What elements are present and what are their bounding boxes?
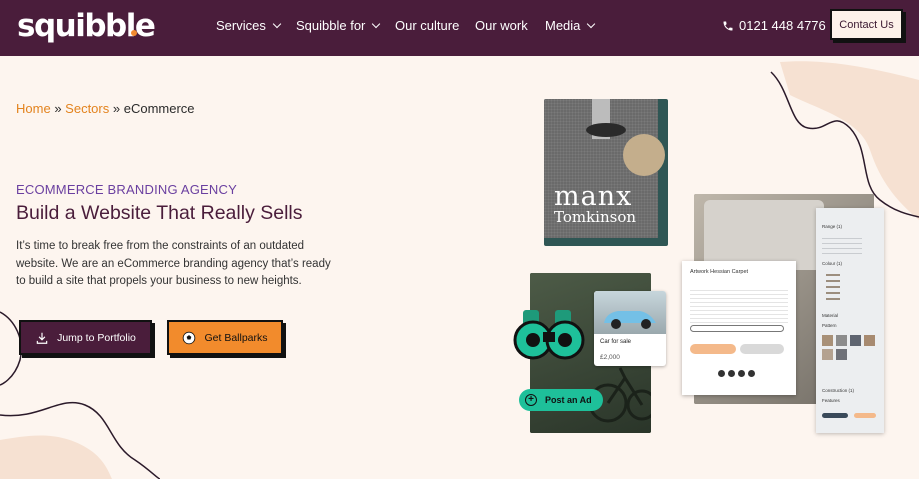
manx-tomkinson-showcase: manx Tomkinson <box>544 99 668 246</box>
filter-clear-button[interactable] <box>822 413 848 418</box>
nav-our-work[interactable]: Our work <box>475 17 528 35</box>
nav-services-label: Services <box>216 18 266 33</box>
hero-description: It’s time to break free from the constra… <box>16 240 331 287</box>
product-detail-panel: Artwork Hessian Carpet <box>682 261 796 395</box>
plus-icon: + <box>525 394 537 406</box>
breadcrumb-sectors[interactable]: Sectors <box>65 101 109 116</box>
car-price: £2,000 <box>600 354 620 361</box>
filter-apply-button[interactable] <box>854 413 876 418</box>
filter-features[interactable]: Features <box>822 398 840 403</box>
jump-to-portfolio-label: Jump to Portfolio <box>57 331 136 344</box>
manx-logo-line2: Tomkinson <box>554 208 637 226</box>
football-icon <box>182 331 196 345</box>
binoculars-icon <box>513 308 585 360</box>
nav-media[interactable]: Media <box>545 17 596 35</box>
filter-range[interactable]: Range (1) <box>822 224 842 229</box>
get-ballparks-label: Get Ballparks <box>204 331 268 344</box>
breadcrumb-home[interactable]: Home <box>16 101 51 116</box>
sample-button[interactable] <box>690 344 736 354</box>
manx-logo-line1: manx <box>554 181 633 212</box>
download-icon <box>35 331 49 345</box>
pattern-swatches <box>822 335 875 360</box>
nav-our-culture[interactable]: Our culture <box>395 17 459 35</box>
filter-sidebar: Range (1) Colour (1) Material Pattern Co… <box>816 208 884 433</box>
contact-us-button[interactable]: Contact Us <box>830 9 903 40</box>
jump-to-portfolio-button[interactable]: Jump to Portfolio <box>19 320 152 355</box>
breadcrumb-separator: » <box>112 101 121 116</box>
filter-colour[interactable]: Colour (1) <box>822 261 842 266</box>
page-title: Build a Website That Really Sells <box>16 202 303 224</box>
post-an-ad-label: Post an Ad <box>545 395 592 405</box>
post-an-ad-button[interactable]: + Post an Ad <box>519 389 603 411</box>
phone-link[interactable]: 0121 448 4776 <box>722 17 826 35</box>
breadcrumb: Home » Sectors » eCommerce <box>16 101 195 116</box>
phone-icon <box>723 21 733 31</box>
nav-services[interactable]: Services <box>216 17 282 35</box>
get-ballparks-button[interactable]: Get Ballparks <box>167 320 283 355</box>
logo-dot <box>131 30 137 36</box>
breadcrumb-separator: » <box>54 101 62 116</box>
size-select[interactable] <box>690 325 784 332</box>
nav-our-work-label: Our work <box>475 18 528 33</box>
top-navigation: squibble Services Squibble for Our cultu… <box>0 0 919 56</box>
chevron-down-icon <box>587 19 596 29</box>
chevron-down-icon <box>272 19 282 29</box>
filter-pattern[interactable]: Pattern <box>822 323 837 328</box>
nav-squibble-for-label: Squibble for <box>296 18 366 33</box>
squibble-logo[interactable]: squibble <box>17 6 156 46</box>
nav-media-label: Media <box>545 18 581 33</box>
car-image <box>594 291 666 334</box>
product-title: Artwork Hessian Carpet <box>690 269 749 275</box>
nav-our-culture-label: Our culture <box>395 18 460 33</box>
car-for-sale-card: Car for sale £2,000 <box>594 291 666 366</box>
phone-number: 0121 448 4776 <box>739 18 826 33</box>
filter-material[interactable]: Material <box>822 313 838 318</box>
hero-kicker: ECOMMERCE BRANDING AGENCY <box>16 182 237 197</box>
nav-squibble-for[interactable]: Squibble for <box>296 17 381 35</box>
social-share-icons <box>718 370 755 377</box>
car-title: Car for sale <box>600 339 632 345</box>
breadcrumb-current: eCommerce <box>123 101 195 116</box>
chevron-down-icon <box>372 19 381 29</box>
round-rug-image <box>623 134 665 176</box>
calculator-button[interactable] <box>740 344 784 354</box>
filter-construction[interactable]: Construction (1) <box>822 388 854 393</box>
